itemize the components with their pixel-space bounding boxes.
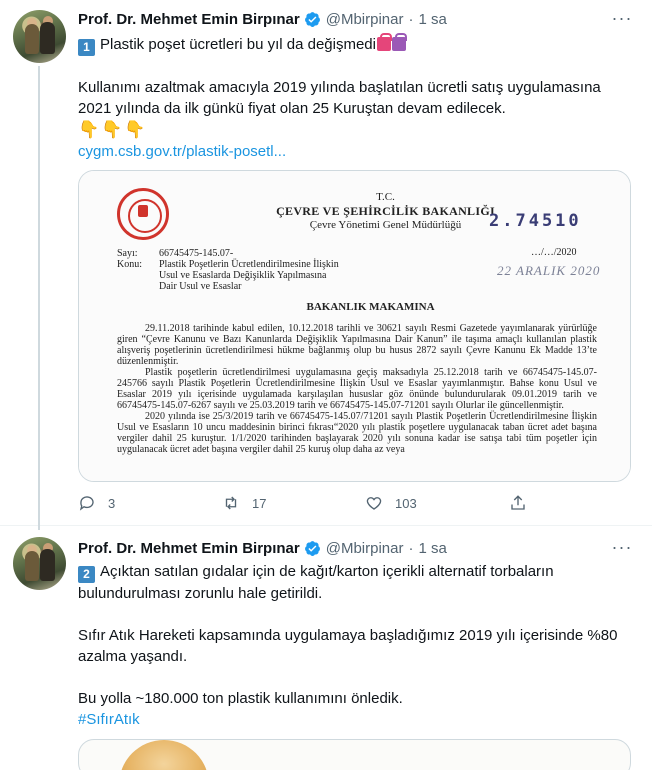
timestamp[interactable]: 1 sa	[418, 11, 446, 28]
tweet-link[interactable]: cygm.csb.gov.tr/plastik-posetl...	[78, 141, 633, 162]
tweet-paragraph-1: 2 Açıktan satılan gıdalar için de kağıt/k…	[78, 563, 554, 602]
author-handle[interactable]: @Mbirpinar	[326, 540, 404, 557]
shopping-bag-icon	[376, 33, 392, 51]
doc-addressee: BAKANLIK MAKAMINA	[306, 301, 435, 313]
tweet-text: 1 Plastik poşet ücretleri bu yıl da değiş…	[78, 33, 633, 162]
tweet-header: Prof. Dr. Mehmet Emin Birpınar @Mbirpina…	[78, 537, 447, 559]
reply-icon	[79, 496, 94, 511]
author-handle[interactable]: @Mbirpinar	[326, 11, 404, 28]
attached-image[interactable]: T.C. ÇEVRE VE ŞEHİRCİLİK BAKANLIĞI Çevre…	[78, 170, 631, 482]
separator-dot: ·	[408, 539, 414, 557]
retweet-count: 17	[252, 495, 267, 511]
author-name[interactable]: Prof. Dr. Mehmet Emin Birpınar	[78, 540, 300, 557]
doc-konu-line3: Dair Usul ve Esaslar	[159, 281, 242, 292]
document-image: T.C. ÇEVRE VE ŞEHİRCİLİK BAKANLIĞI Çevre…	[79, 171, 630, 481]
shopping-bag-icon	[391, 33, 407, 51]
more-dots-icon[interactable]: ···	[610, 9, 634, 32]
tweet-actions: 3 17 103	[78, 494, 578, 514]
number-badge: 1	[78, 39, 95, 56]
hashtag-link[interactable]: #SıfırAtık	[78, 709, 633, 730]
reply-count: 3	[108, 495, 116, 511]
doc-date-template: …/…/2020	[531, 247, 577, 258]
retweet-icon	[225, 496, 237, 510]
verified-badge-icon	[304, 540, 320, 556]
tweet-paragraph: Kullanımı azaltmak amacıyla 2019 yılında…	[78, 79, 601, 117]
headline: Plastik poşet ücretleri bu yıl da değişm…	[100, 36, 376, 53]
retweet-button[interactable]: 17	[222, 494, 266, 512]
pointing-down-icon: 👇	[78, 120, 100, 139]
pointing-emojis: 👇 👇 👇	[78, 119, 633, 141]
headline-line: 1 Plastik poşet ücretleri bu yıl da değiş…	[78, 33, 633, 56]
like-button[interactable]: 103	[365, 494, 417, 512]
doc-date-stamp: 22 ARALIK 2020	[497, 263, 601, 278]
avatar[interactable]	[13, 537, 66, 590]
timestamp[interactable]: 1 sa	[418, 540, 446, 557]
share-icon	[511, 495, 525, 510]
doc-konu-line2: Usul ve Esaslarda Değişiklik Yapılmasına	[159, 270, 327, 281]
doc-konu: Konu: Plastik Poşetlerin Ücretlendirilmes…	[117, 259, 339, 270]
tweet-2[interactable]: Prof. Dr. Mehmet Emin Birpınar @Mbirpina…	[0, 527, 652, 770]
tweet-paragraph-2: Sıfır Atık Hareketi kapsamında uygulamay…	[78, 627, 618, 665]
verified-badge-icon	[304, 11, 320, 27]
pointing-down-icon: 👇	[101, 120, 123, 139]
reply-button[interactable]: 3	[78, 494, 115, 512]
thread-connector-line	[38, 66, 40, 530]
like-count: 103	[395, 495, 417, 511]
doc-stamp-number: 2.74510	[489, 211, 582, 231]
doc-sayi: Sayı: 66745475-145.07-	[117, 248, 234, 259]
tweet-1[interactable]: Prof. Dr. Mehmet Emin Birpınar @Mbirpina…	[0, 0, 652, 530]
tweet-text: 2 Açıktan satılan gıdalar için de kağıt/k…	[78, 561, 633, 730]
doc-tc: T.C.	[376, 191, 395, 203]
tweet-paragraph-3: Bu yolla ~180.000 ton plastik kullanımın…	[78, 690, 403, 707]
tweet-header: Prof. Dr. Mehmet Emin Birpınar @Mbirpina…	[78, 8, 447, 30]
heart-icon	[366, 497, 382, 510]
doc-body: 29.11.2018 tarihinde kabul edilen, 10.12…	[117, 323, 597, 455]
separator-dot: ·	[408, 10, 414, 28]
bread-photo	[119, 740, 209, 770]
number-badge: 2	[78, 566, 95, 583]
pointing-down-icon: 👇	[124, 120, 146, 139]
attached-image[interactable]	[78, 739, 631, 770]
more-dots-icon[interactable]: ···	[610, 538, 634, 561]
author-name[interactable]: Prof. Dr. Mehmet Emin Birpınar	[78, 11, 300, 28]
share-button[interactable]	[509, 494, 539, 512]
avatar[interactable]	[13, 10, 66, 63]
